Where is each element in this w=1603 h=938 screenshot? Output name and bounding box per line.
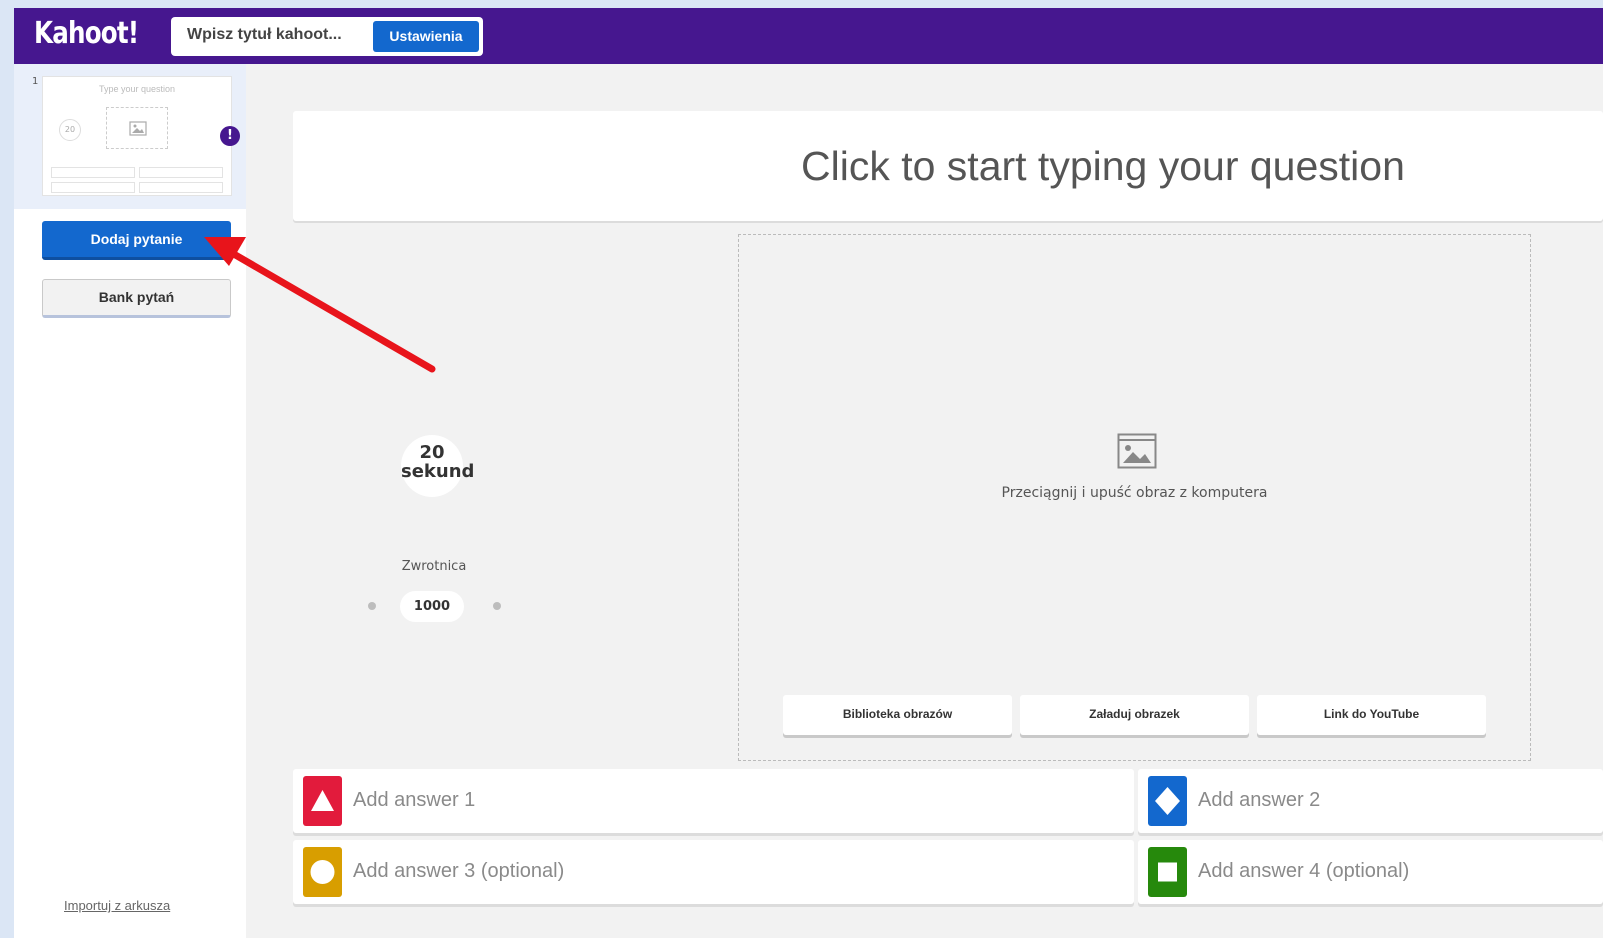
top-bar: Kahoot! Wpisz tytuł kahoot... Ustawienia: [14, 8, 1603, 64]
thumb-answer: [139, 167, 223, 178]
image-icon: [129, 121, 147, 136]
points-selector[interactable]: 1000: [400, 591, 464, 622]
slide-list: 1 Type your question 20 !: [14, 64, 246, 209]
answer-2-placeholder: Add answer 2: [1198, 789, 1321, 811]
circle-icon: [303, 847, 342, 897]
slide-thumbnail[interactable]: Type your question 20: [42, 76, 232, 196]
thumb-image-placeholder: [106, 107, 168, 149]
answer-4[interactable]: Add answer 4 (optional): [1138, 840, 1603, 904]
thumb-answer: [51, 167, 135, 178]
square-icon: [1148, 847, 1187, 897]
thumb-answer: [51, 182, 135, 193]
settings-button[interactable]: Ustawienia: [373, 21, 479, 52]
kahoot-editor: Kahoot! Wpisz tytuł kahoot... Ustawienia…: [14, 8, 1603, 938]
question-placeholder: Click to start typing your question: [801, 143, 1405, 189]
kahoot-title-input[interactable]: Wpisz tytuł kahoot...: [187, 26, 342, 44]
answer-1[interactable]: Add answer 1: [293, 769, 1134, 833]
thumb-answer: [139, 182, 223, 193]
kahoot-logo[interactable]: Kahoot!: [34, 16, 139, 51]
thumb-timer: 20: [59, 119, 81, 141]
points-label: Zwrotnica: [401, 559, 467, 574]
import-spreadsheet-link[interactable]: Importuj z arkusza: [64, 898, 170, 913]
slide-number: 1: [32, 76, 39, 87]
thumb-question: Type your question: [98, 84, 176, 94]
add-question-button[interactable]: Dodaj pytanie: [42, 221, 231, 260]
youtube-link-button[interactable]: Link do YouTube: [1257, 695, 1486, 735]
diamond-icon: [1148, 776, 1187, 826]
points-increase-dot[interactable]: [493, 602, 501, 610]
answer-4-placeholder: Add answer 4 (optional): [1198, 860, 1410, 882]
image-library-button[interactable]: Biblioteka obrazów: [783, 695, 1012, 735]
points-decrease-dot[interactable]: [368, 602, 376, 610]
answer-3-placeholder: Add answer 3 (optional): [353, 860, 565, 882]
warning-icon: !: [220, 126, 240, 146]
timer-unit: sekund: [401, 461, 475, 482]
question-bank-button[interactable]: Bank pytań: [42, 279, 231, 318]
answer-2[interactable]: Add answer 2: [1138, 769, 1603, 833]
title-settings-box[interactable]: Wpisz tytuł kahoot... Ustawienia: [171, 17, 483, 56]
image-icon: [1117, 433, 1157, 469]
time-limit-selector[interactable]: 20 sekund: [401, 435, 475, 497]
answer-1-placeholder: Add answer 1: [353, 789, 476, 811]
timer-value: 20: [419, 442, 445, 463]
triangle-icon: [303, 776, 342, 826]
sidebar: 1 Type your question 20 ! Dodaj pytanie: [14, 64, 246, 938]
media-drop-zone[interactable]: Przeciągnij i upuść obraz z komputera Bi…: [738, 234, 1531, 761]
drop-instructions: Przeciągnij i upuść obraz z komputera: [1001, 485, 1268, 501]
question-input[interactable]: Click to start typing your question: [293, 111, 1603, 221]
answer-3[interactable]: Add answer 3 (optional): [293, 840, 1134, 904]
upload-image-button[interactable]: Załaduj obrazek: [1020, 695, 1249, 735]
